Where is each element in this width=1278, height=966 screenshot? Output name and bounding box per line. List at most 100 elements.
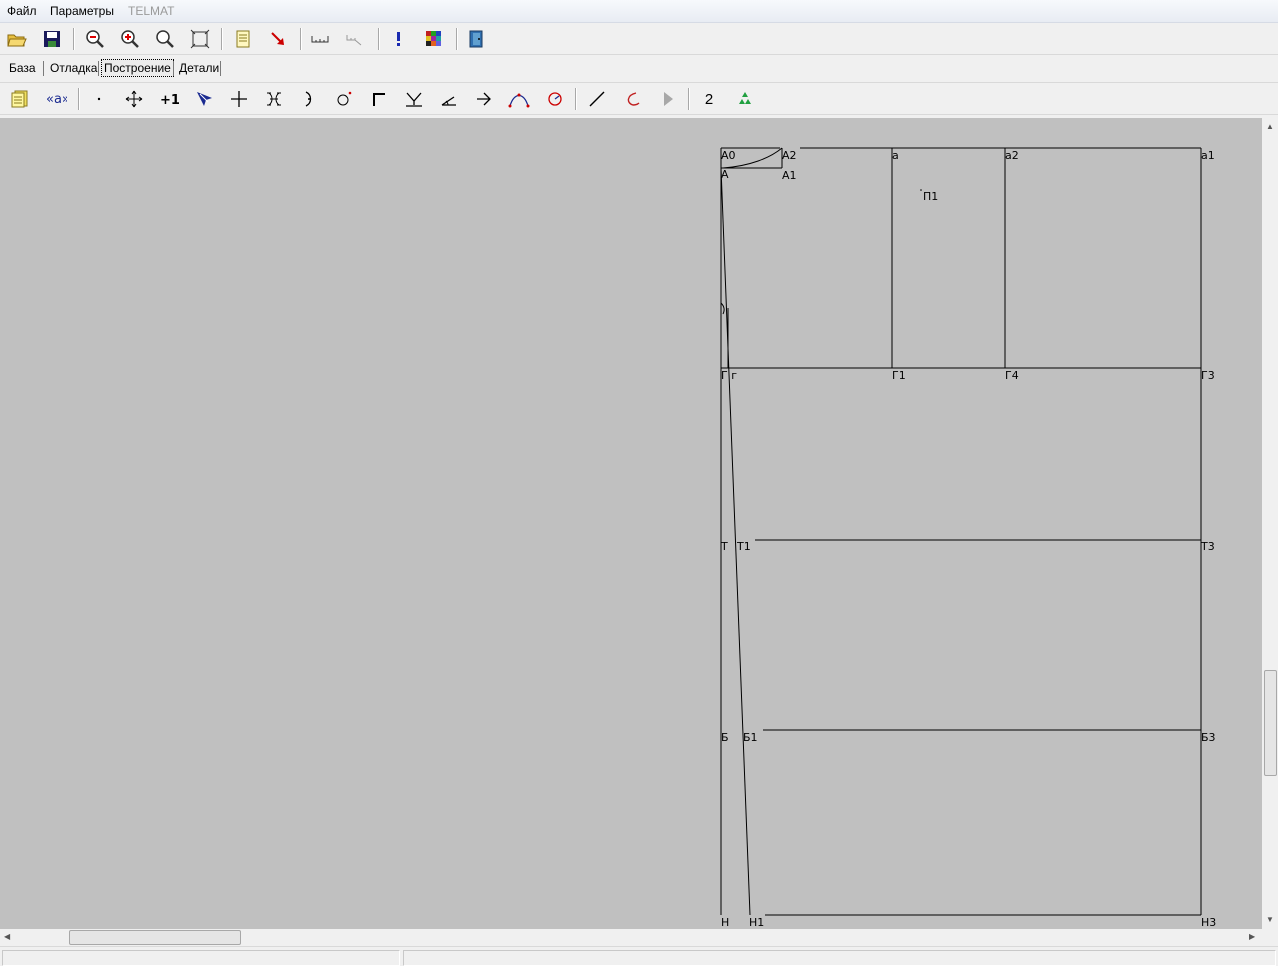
info-button[interactable] <box>387 27 411 51</box>
scroll-up-icon[interactable]: ▲ <box>1266 122 1274 132</box>
curve-points-icon <box>508 93 530 108</box>
angle-icon <box>441 96 456 106</box>
svg-text:«a»: «a» <box>46 92 67 107</box>
label-H1: Н1 <box>749 916 764 929</box>
status-pane-left <box>2 950 400 966</box>
variable-button[interactable]: «a» <box>44 87 68 111</box>
divide-tool-button[interactable] <box>262 87 286 111</box>
line-icon <box>589 91 605 107</box>
colors-button[interactable] <box>422 27 446 51</box>
label-B3: Б3 <box>1201 731 1216 744</box>
tab-build[interactable]: Построение <box>101 59 174 77</box>
toolbar-separator <box>575 88 577 110</box>
label-A2: А2 <box>782 149 797 162</box>
zoom-out-icon <box>86 30 104 48</box>
pattern-drawing: А0 А2 А А1 а а2 а1 П1 Г г Г1 Г4 Г3 Т Т1 … <box>720 147 1216 929</box>
label-a1: а1 <box>1201 149 1215 162</box>
line-tool-button[interactable] <box>585 87 609 111</box>
vertical-scroll-thumb[interactable] <box>1264 670 1277 776</box>
direction-tool-button[interactable] <box>472 87 496 111</box>
tab-bar: База Отладка Построение Детали <box>0 56 1278 80</box>
curve-line-icon <box>627 92 640 106</box>
arrow-right-icon <box>477 92 491 106</box>
save-button[interactable] <box>40 27 64 51</box>
play-icon <box>664 92 673 106</box>
label-T: Т <box>720 540 728 553</box>
toolbar-separator <box>378 28 380 50</box>
zoom-in-button[interactable] <box>118 27 142 51</box>
arc-point-button[interactable] <box>297 87 321 111</box>
exit-button[interactable] <box>464 27 488 51</box>
play-button[interactable] <box>656 87 680 111</box>
tab-details[interactable]: Детали <box>177 60 221 76</box>
label-a: а <box>892 149 899 162</box>
divide-segment-icon <box>267 92 281 106</box>
count-button[interactable]: 2 <box>697 87 721 111</box>
exclamation-icon <box>397 32 400 46</box>
toolbar-separator <box>688 88 690 110</box>
drawing-canvas[interactable]: А0 А2 А А1 а а2 а1 П1 Г г Г1 Г4 Г3 Т Т1 … <box>0 118 1262 929</box>
menu-bar: Файл Параметры TELMAT <box>0 0 1278 23</box>
measure-button[interactable] <box>308 27 332 51</box>
open-folder-icon <box>7 34 27 47</box>
open-file-button[interactable] <box>5 27 29 51</box>
scroll-down-icon[interactable]: ▼ <box>1266 915 1274 925</box>
tab-base[interactable]: База <box>7 60 38 76</box>
label-G1: Г1 <box>892 369 906 382</box>
pointer-button[interactable] <box>266 27 290 51</box>
tab-debug[interactable]: Отладка <box>48 60 99 76</box>
corner-tool-button[interactable] <box>367 87 391 111</box>
scroll-left-icon[interactable]: ◀ <box>4 932 10 942</box>
point-labels: А0 А2 А А1 а а2 а1 П1 Г г Г1 Г4 Г3 Т Т1 … <box>720 149 1216 929</box>
ruler-icon <box>311 36 329 43</box>
plus-one-icon: +1 <box>160 93 179 107</box>
fit-to-window-icon <box>190 29 210 49</box>
label-G3: Г3 <box>1201 369 1215 382</box>
zoom-button[interactable] <box>153 27 177 51</box>
menu-parameters[interactable]: Параметры <box>50 4 114 18</box>
bisector-icon <box>406 92 422 107</box>
horizontal-scroll-thumb[interactable] <box>69 930 241 945</box>
magnifier-icon <box>156 30 174 48</box>
label-H3: Н3 <box>1201 916 1216 929</box>
move-tool-button[interactable] <box>122 87 146 111</box>
notes-button[interactable] <box>8 87 32 111</box>
vertical-scrollbar[interactable]: ▲ ▼ <box>1262 118 1278 929</box>
angle-tool-button[interactable] <box>437 87 461 111</box>
cross-tool-button[interactable] <box>227 87 251 111</box>
circle-intersect-button[interactable] <box>543 87 567 111</box>
measure-curve-button <box>343 27 367 51</box>
dot-icon <box>97 97 101 101</box>
add-one-button[interactable]: +1 <box>157 87 181 111</box>
horizontal-scrollbar[interactable]: ◀ ▶ <box>0 929 1262 945</box>
toolbar-separator <box>78 88 80 110</box>
curve-tool-button[interactable] <box>507 87 531 111</box>
move-arrows-icon <box>125 90 143 108</box>
toolbar-separator <box>73 28 75 50</box>
label-A1: А1 <box>782 169 797 182</box>
recycle-icon <box>739 92 751 104</box>
menu-file[interactable]: Файл <box>7 4 37 18</box>
toolbar-separator <box>456 28 458 50</box>
bisect-tool-button[interactable] <box>402 87 426 111</box>
circle-icon <box>337 91 352 106</box>
svg-text:+1: +1 <box>160 93 179 107</box>
label-P1: П1 <box>923 190 938 203</box>
zoom-fit-button[interactable] <box>188 27 212 51</box>
construction-lines <box>720 147 1202 916</box>
label-Gg: Г г <box>721 369 737 382</box>
scroll-right-icon[interactable]: ▶ <box>1249 932 1255 942</box>
curve-line-button[interactable] <box>620 87 644 111</box>
circle-arrow-icon <box>548 92 562 106</box>
label-T3: Т3 <box>1200 540 1215 553</box>
point-tool-button[interactable] <box>87 87 111 111</box>
circle-tool-button[interactable] <box>332 87 356 111</box>
select-tool-button[interactable] <box>192 87 216 111</box>
document-button[interactable] <box>231 27 255 51</box>
label-a2: а2 <box>1005 149 1019 162</box>
zoom-out-button[interactable] <box>83 27 107 51</box>
recycle-button[interactable] <box>733 87 757 111</box>
tab-separator <box>220 61 221 76</box>
construction-toolbar: «a» +1 <box>0 82 1278 115</box>
scrollbar-corner <box>1262 929 1278 945</box>
